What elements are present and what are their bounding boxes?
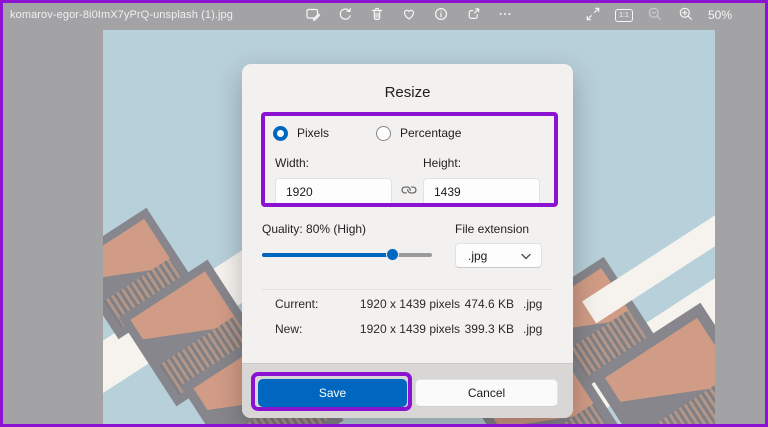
actual-size-button[interactable]: 1:1 — [615, 6, 633, 24]
summary-label: Current: — [275, 297, 319, 311]
save-button[interactable]: Save — [258, 379, 407, 407]
zoom-out-button[interactable] — [646, 6, 664, 24]
summary-extension: .jpg — [523, 297, 543, 311]
radio-unselected-icon — [376, 125, 391, 141]
delete-button[interactable] — [368, 6, 386, 24]
fullscreen-button[interactable] — [584, 6, 602, 24]
width-label: Width: — [275, 156, 310, 170]
radio-percentage-label: Percentage — [400, 126, 462, 140]
summary-label: New: — [275, 322, 303, 336]
height-label: Height: — [423, 156, 462, 170]
summary-dimensions: 1920 x 1439 pixels — [359, 322, 460, 336]
file-extension-label: File extension — [455, 222, 530, 236]
zoom-in-icon — [678, 6, 694, 25]
radio-percentage[interactable]: Percentage — [376, 125, 461, 141]
photos-app-window: komarov-egor-8i0ImX7yPrQ-unsplash (1).jp… — [0, 0, 768, 427]
chevron-down-icon — [521, 247, 531, 265]
zoom-out-icon — [647, 6, 663, 25]
share-button[interactable] — [464, 6, 482, 24]
quality-slider[interactable] — [262, 247, 432, 263]
actual-size-icon: 1:1 — [615, 8, 633, 22]
favorite-button[interactable] — [400, 6, 418, 24]
delete-icon — [369, 6, 385, 25]
rotate-button[interactable] — [336, 6, 354, 24]
zoom-level-label[interactable]: 50% — [708, 8, 732, 22]
fullscreen-icon — [585, 6, 601, 25]
radio-pixels[interactable]: Pixels — [273, 125, 329, 141]
summary-row-current: Current: 1920 x 1439 pixels 474.6 KB .jp… — [242, 297, 573, 313]
rotate-icon — [337, 6, 353, 25]
more-options-icon — [497, 6, 513, 25]
edit-image-button[interactable] — [304, 6, 322, 24]
toolbar-right-icons: 1:1 50% — [584, 0, 732, 30]
more-options-button[interactable] — [496, 6, 514, 24]
dialog-title: Resize — [384, 84, 431, 101]
radio-pixels-label: Pixels — [297, 126, 330, 140]
info-icon — [433, 6, 449, 25]
balcony-cube — [589, 302, 715, 427]
link-icon — [400, 183, 417, 200]
dialog-footer: Save Cancel — [242, 363, 573, 418]
cancel-button[interactable]: Cancel — [415, 379, 558, 407]
link-dimensions-button[interactable] — [400, 183, 417, 200]
share-icon — [465, 6, 481, 25]
zoom-in-button[interactable] — [677, 6, 695, 24]
slider-fill — [262, 253, 393, 257]
width-input[interactable] — [275, 178, 392, 205]
summary-size: 399.3 KB — [464, 322, 514, 336]
summary-dimensions: 1920 x 1439 pixels — [359, 297, 460, 311]
file-extension-value: .jpg — [468, 248, 488, 263]
summary-size: 474.6 KB — [464, 297, 514, 311]
summary-extension: .jpg — [523, 322, 543, 336]
slider-thumb[interactable] — [385, 248, 399, 261]
filename: komarov-egor-8i0ImX7yPrQ-unsplash (1).jp… — [10, 9, 233, 21]
resize-dialog: Resize Pixels Percentage Width: Height: … — [242, 64, 573, 418]
top-toolbar: komarov-egor-8i0ImX7yPrQ-unsplash (1).jp… — [0, 0, 768, 30]
radio-selected-icon — [273, 125, 288, 141]
info-button[interactable] — [432, 6, 450, 24]
toolbar-center-icons — [304, 0, 514, 30]
height-input[interactable] — [423, 178, 540, 205]
summary-row-new: New: 1920 x 1439 pixels 399.3 KB .jpg — [242, 322, 573, 338]
balcony-cube — [103, 207, 199, 340]
edit-image-icon — [305, 6, 321, 25]
building-wall — [582, 192, 715, 324]
summary-divider — [262, 289, 553, 290]
file-extension-dropdown[interactable]: .jpg — [455, 243, 542, 268]
favorite-icon — [401, 6, 417, 25]
quality-label: Quality: 80% (High) — [262, 222, 367, 236]
